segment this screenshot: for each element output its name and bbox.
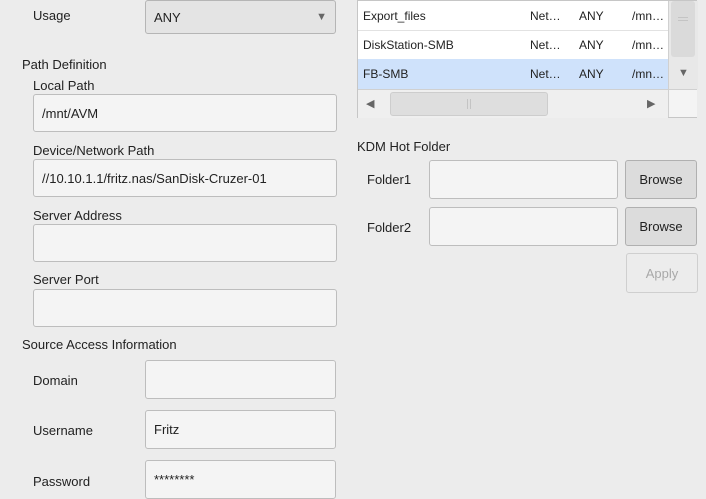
username-input[interactable]: Fritz <box>145 410 336 449</box>
folder2-browse-button[interactable]: Browse <box>625 207 697 246</box>
usage-value: ANY <box>154 9 181 25</box>
row-name: FB-SMB <box>363 67 409 81</box>
vertical-scrollbar[interactable]: ▼ <box>668 1 698 89</box>
server-port-input[interactable] <box>33 289 337 327</box>
apply-button[interactable]: Apply <box>626 253 698 293</box>
server-address-label: Server Address <box>33 208 122 223</box>
table-row-selected[interactable]: FB-SMB Net… ANY /mn… <box>358 59 668 89</box>
horizontal-scroll-thumb[interactable] <box>390 92 548 116</box>
network-path-label: Device/Network Path <box>33 143 155 158</box>
row-name: Export_files <box>363 8 426 23</box>
server-address-input[interactable] <box>33 224 337 262</box>
row-path: /mn… <box>632 67 665 81</box>
row-usage: ANY <box>579 8 604 23</box>
username-label: Username <box>33 423 93 438</box>
domain-input[interactable] <box>145 360 336 399</box>
password-label: Password <box>33 474 91 489</box>
usage-label: Usage <box>33 8 71 23</box>
table-row[interactable]: DiskStation-SMB Net… ANY /mn… <box>358 30 668 59</box>
kdm-title: KDM Hot Folder <box>357 139 451 154</box>
folder1-browse-button[interactable]: Browse <box>625 160 697 199</box>
usage-select[interactable]: ANY ▼ <box>145 0 336 34</box>
scroll-right-icon[interactable]: ▶ <box>647 97 655 110</box>
vertical-scroll-thumb[interactable] <box>671 1 695 57</box>
network-path-input[interactable]: //10.10.1.1/fritz.nas/SanDisk-Cruzer-01 <box>33 159 337 197</box>
password-input[interactable]: ******** <box>145 460 336 499</box>
source-table: Export_files Net… ANY /mn… DiskStation-S… <box>357 0 698 118</box>
path-definition-title: Path Definition <box>22 57 107 72</box>
folder1-label: Folder1 <box>367 172 412 187</box>
source-access-title: Source Access Information <box>22 337 177 352</box>
local-path-label: Local Path <box>33 78 95 93</box>
row-path: /mn… <box>632 37 665 52</box>
folder2-label: Folder2 <box>367 220 412 235</box>
chevron-down-icon: ▼ <box>316 11 327 23</box>
row-type: Net… <box>530 8 561 23</box>
row-name: DiskStation-SMB <box>363 37 454 52</box>
scroll-corner <box>668 89 697 117</box>
folder2-input[interactable] <box>429 207 618 246</box>
scroll-down-icon[interactable]: ▼ <box>678 67 689 79</box>
domain-label: Domain <box>33 373 78 388</box>
row-usage: ANY <box>579 67 604 81</box>
row-type: Net… <box>530 67 561 81</box>
horizontal-scrollbar[interactable]: ◀ ▶ <box>358 89 668 118</box>
row-usage: ANY <box>579 37 604 52</box>
scroll-left-icon[interactable]: ◀ <box>366 97 374 110</box>
local-path-input[interactable]: /mnt/AVM <box>33 94 337 132</box>
table-row[interactable]: Export_files Net… ANY /mn… <box>358 1 668 30</box>
folder1-input[interactable] <box>429 160 618 199</box>
row-type: Net… <box>530 37 561 52</box>
server-port-label: Server Port <box>33 272 99 287</box>
row-path: /mn… <box>632 8 665 23</box>
